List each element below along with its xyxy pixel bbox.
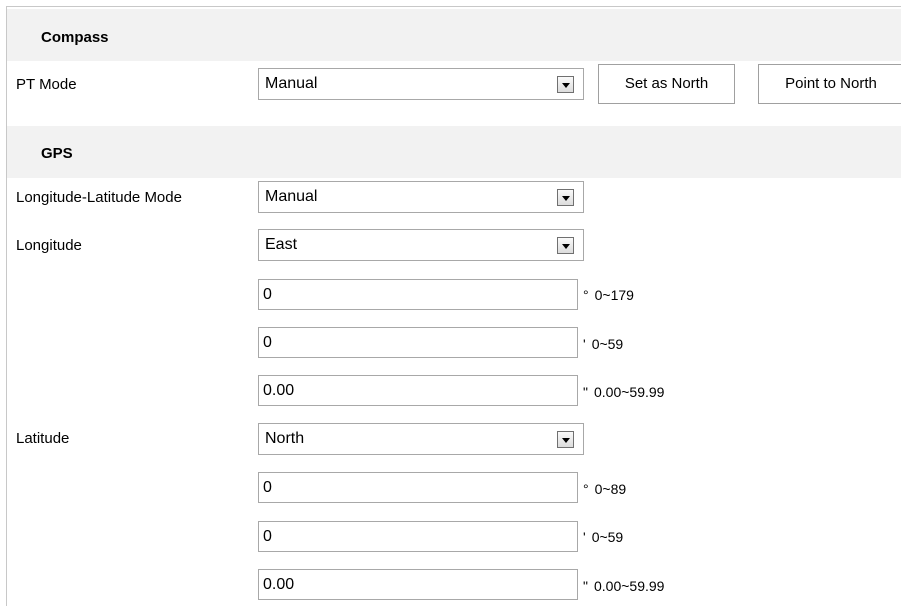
longitude-minutes-input[interactable]: 0 <box>258 327 578 358</box>
second-symbol: " <box>583 578 588 594</box>
longitude-latitude-mode-label: Longitude-Latitude Mode <box>16 189 182 206</box>
latitude-direction-value: North <box>265 430 305 447</box>
longitude-latitude-mode-select[interactable]: Manual <box>258 181 584 213</box>
longitude-direction-select[interactable]: East <box>258 229 584 261</box>
gps-section-header: GPS <box>7 126 901 178</box>
longitude-seconds-range: 0.00~59.99 <box>593 384 665 400</box>
longitude-label: Longitude <box>16 237 82 254</box>
point-to-north-button[interactable]: Point to North <box>758 64 901 104</box>
latitude-label: Latitude <box>16 430 70 447</box>
longitude-minutes-range: 0~59 <box>591 336 624 352</box>
chevron-down-icon[interactable] <box>557 189 574 206</box>
latitude-seconds-unit: " 0.00~59.99 <box>583 578 664 594</box>
longitude-seconds-unit: " 0.00~59.99 <box>583 384 664 400</box>
degree-symbol: ° <box>583 481 589 497</box>
latitude-degrees-range: 0~89 <box>594 481 627 497</box>
longitude-direction-value: East <box>265 236 298 253</box>
chevron-down-icon[interactable] <box>557 237 574 254</box>
longitude-degrees-input[interactable]: 0 <box>258 279 578 310</box>
set-as-north-button[interactable]: Set as North <box>598 64 735 104</box>
mode-value: Manual <box>265 188 318 205</box>
latitude-degrees-input[interactable]: 0 <box>258 472 578 503</box>
longitude-minutes-unit: ' 0~59 <box>583 336 623 352</box>
gps-title: GPS <box>41 145 73 162</box>
latitude-direction-select[interactable]: North <box>258 423 584 455</box>
minute-symbol: ' <box>583 529 586 545</box>
degree-symbol: ° <box>583 287 589 303</box>
latitude-minutes-unit: ' 0~59 <box>583 529 623 545</box>
latitude-seconds-input[interactable]: 0.00 <box>258 569 578 600</box>
pt-mode-value: Manual <box>265 75 318 92</box>
compass-section-header: Compass <box>7 9 901 61</box>
latitude-seconds-range: 0.00~59.99 <box>593 578 665 594</box>
latitude-minutes-range: 0~59 <box>591 529 624 545</box>
pt-mode-select[interactable]: Manual <box>258 68 584 100</box>
longitude-seconds-input[interactable]: 0.00 <box>258 375 578 406</box>
minute-symbol: ' <box>583 336 586 352</box>
latitude-minutes-input[interactable]: 0 <box>258 521 578 552</box>
second-symbol: " <box>583 384 588 400</box>
chevron-down-icon[interactable] <box>557 76 574 93</box>
longitude-degrees-unit: ° 0~179 <box>583 287 634 303</box>
longitude-degrees-range: 0~179 <box>594 287 634 303</box>
pt-mode-label: PT Mode <box>16 76 77 93</box>
chevron-down-icon[interactable] <box>557 431 574 448</box>
latitude-degrees-unit: ° 0~89 <box>583 481 626 497</box>
compass-title: Compass <box>41 29 109 46</box>
